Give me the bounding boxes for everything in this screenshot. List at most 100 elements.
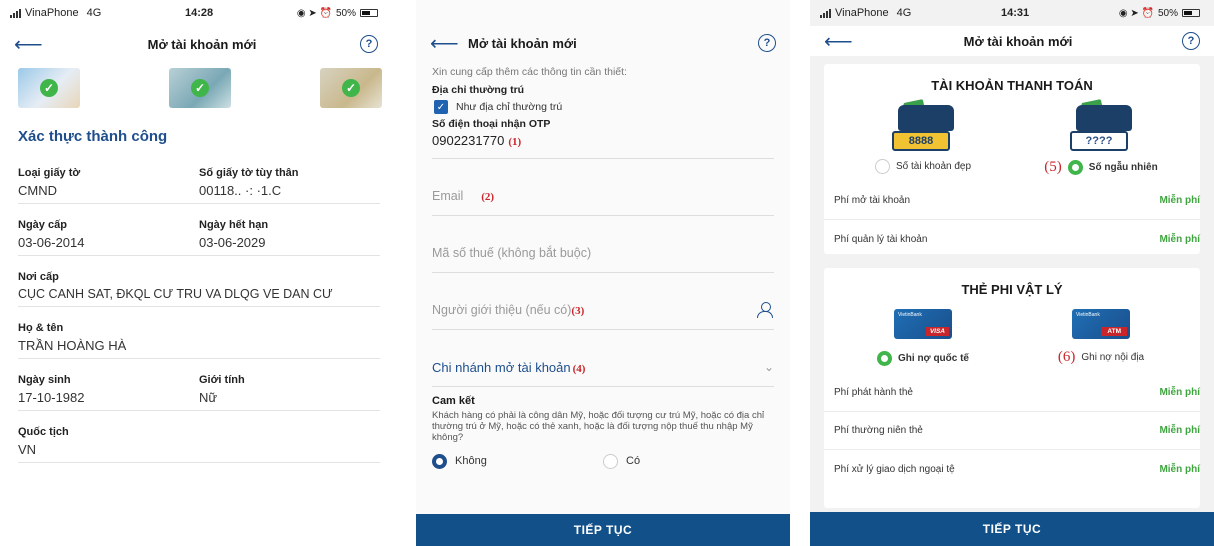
page-title: Mở tài khoản mới: [963, 33, 1073, 49]
back-arrow-icon[interactable]: ⟵: [430, 31, 460, 56]
option-vanity-number[interactable]: 8888 Số tài khoản đẹp: [838, 99, 1008, 176]
radio-yes[interactable]: Có: [603, 453, 774, 469]
phone-field[interactable]: 0902231770 (1): [432, 130, 774, 159]
branch-select[interactable]: Chi nhánh mở tài khoản (4) ⌄: [432, 330, 774, 387]
annotation-2: (2): [481, 191, 495, 203]
radio-unselected-icon[interactable]: [874, 159, 890, 174]
id-front-thumbnail[interactable]: ✓: [18, 68, 80, 108]
bank-brand: VietinBank: [898, 312, 922, 318]
phone-value: 0902231770: [432, 133, 505, 148]
annotation-5: (5): [1044, 159, 1062, 175]
fee-value: Miễn phí: [1159, 233, 1200, 245]
field-value: CMND: [18, 183, 57, 198]
email-field[interactable]: Email (2): [432, 159, 774, 216]
radio-selected-icon[interactable]: [877, 351, 892, 366]
virtual-card-title: THẺ PHI VẬT LÝ: [961, 282, 1063, 297]
same-address-label: Như địa chỉ thường trú: [456, 101, 563, 113]
fee-name: Phí quản lý tài khoản: [834, 233, 928, 245]
field-label: Nơi cấp: [18, 271, 59, 283]
success-heading: Xác thực thành công: [18, 128, 168, 145]
branch-label: Chi nhánh mở tài khoản: [432, 359, 571, 375]
same-address-checkbox[interactable]: ✓ Như địa chỉ thường trú: [434, 100, 774, 114]
help-icon[interactable]: ?: [758, 34, 776, 52]
annotation-3: (3): [571, 305, 585, 317]
radio-yes-label: Có: [626, 455, 641, 468]
field-value: CỤC CANH SAT, ĐKQL CƯ TRU VA DLQG VE DAN…: [18, 287, 333, 301]
referrer-field[interactable]: Người giới thiệu (nếu có)(3): [432, 273, 774, 330]
domestic-debit-label: Ghi nợ nội địa: [1081, 352, 1145, 363]
back-arrow-icon[interactable]: ⟵: [824, 29, 854, 54]
field-row: Họ & tên TRẦN HOÀNG HÀ: [18, 322, 380, 359]
email-placeholder: Email: [432, 189, 464, 203]
network-type: 4G: [86, 7, 102, 19]
wallet-number: ????: [1070, 131, 1128, 151]
fee-row: Phí phát hành thẻ Miễn phí: [824, 374, 1200, 412]
wallet-icon: 8888: [892, 99, 954, 153]
help-icon[interactable]: ?: [360, 35, 378, 53]
field-row: Loại giấy tờ CMND Số giấy tờ tùy thân 0011…: [18, 167, 380, 204]
app-header: ⟵ Mở tài khoản mới ?: [0, 26, 392, 62]
fee-row: Phí mở tài khoản Miễn phí: [824, 182, 1200, 220]
visa-tag: VISA: [925, 327, 949, 336]
field-label: Giới tính: [199, 374, 245, 386]
continue-button[interactable]: TIẾP TỤC: [810, 512, 1214, 546]
checkbox-checked-icon[interactable]: ✓: [434, 100, 448, 114]
tax-code-field[interactable]: Mã số thuế (không bắt buộc): [432, 216, 774, 273]
fee-row: Phí thường niên thẻ Miễn phí: [824, 412, 1200, 450]
identity-fields: Loại giấy tờ CMND Số giấy tờ tùy thân 0011…: [0, 145, 392, 463]
atm-card-icon: VietinBank ATM: [1072, 309, 1130, 339]
check-icon: ✓: [40, 79, 58, 97]
app-header: ⟵ Mở tài khoản mới ?: [810, 26, 1214, 56]
field-label: Ngày sinh: [18, 374, 71, 386]
field-row: Nơi cấp CỤC CANH SAT, ĐKQL CƯ TRU VA DLQG…: [18, 271, 380, 307]
radio-no-label: Không: [455, 455, 487, 468]
check-icon: ✓: [191, 79, 209, 97]
option-domestic-debit[interactable]: VietinBank ATM (6) Ghi nợ nội địa: [1016, 305, 1186, 366]
field-label: Quốc tịch: [18, 426, 69, 438]
commitment-options: Không Có: [432, 453, 774, 469]
option-random-number[interactable]: ???? (5) Số ngẫu nhiên: [1016, 99, 1186, 176]
option-international-debit[interactable]: VietinBank VISA Ghi nợ quốc tế: [838, 305, 1008, 366]
payment-account-card: TÀI KHOẢN THANH TOÁN 8888 Số tài khoản đ…: [824, 64, 1200, 254]
account-number-options: 8888 Số tài khoản đẹp ???? (5) Số ngẫu n…: [824, 93, 1200, 176]
tax-placeholder: Mã số thuế (không bắt buộc): [432, 246, 592, 260]
phone-label: Số điện thoại nhận OTP: [432, 118, 551, 130]
field-value: 00118.. ·: ·1.C: [199, 183, 282, 198]
field-value: VN: [18, 442, 37, 457]
clock: 14:31: [1001, 7, 1030, 19]
field-label: Họ & tên: [18, 322, 64, 334]
chevron-down-icon: ⌄: [763, 360, 774, 374]
battery-icon: [360, 9, 378, 17]
back-arrow-icon[interactable]: ⟵: [14, 32, 44, 57]
international-debit-label: Ghi nợ quốc tế: [898, 353, 969, 364]
field-value: 03-06-2014: [18, 235, 85, 250]
screen-additional-info: ⟵ Mở tài khoản mới ? Xin cung cấp thêm c…: [416, 0, 790, 546]
battery-icon: [1182, 9, 1200, 17]
form: Địa chỉ thường trú ✓ Như địa chỉ thường …: [416, 78, 790, 469]
fee-value: Miễn phí: [1159, 387, 1200, 398]
field-row: Quốc tịch VN: [18, 426, 380, 463]
commitment-title: Cam kết: [432, 395, 475, 407]
location-icon: ◉ ➤ ⏰: [296, 7, 332, 19]
person-search-icon[interactable]: [756, 302, 774, 318]
radio-selected-icon[interactable]: [1067, 160, 1083, 175]
help-icon[interactable]: ?: [1182, 32, 1200, 50]
fee-value: Miễn phí: [1159, 425, 1200, 436]
selfie-thumbnail[interactable]: ✓: [320, 68, 382, 108]
signal-icon: [820, 8, 831, 18]
battery-percent: 50%: [1157, 7, 1178, 19]
id-back-thumbnail[interactable]: ✓: [169, 68, 231, 108]
field-label: Ngày hết hạn: [199, 219, 269, 231]
radio-selected-icon: [432, 453, 447, 469]
radio-no[interactable]: Không: [432, 453, 603, 469]
screen-product-selection: VinaPhone 4G 14:31 ◉ ➤ ⏰ 50% ⟵ Mở tài kh…: [810, 0, 1214, 546]
fee-name: Phí xử lý giao dịch ngoại tệ: [834, 463, 955, 475]
payment-account-title: TÀI KHOẢN THANH TOÁN: [931, 78, 1093, 93]
field-label: Loại giấy tờ: [18, 167, 81, 179]
continue-button[interactable]: TIẾP TỤC: [416, 514, 790, 546]
app-header: ⟵ Mở tài khoản mới ?: [416, 30, 790, 56]
card-type-options: VietinBank VISA Ghi nợ quốc tế VietinBan…: [824, 297, 1200, 366]
atm-tag: ATM: [1101, 327, 1127, 336]
screen-verification: VinaPhone 4G 14:28 ◉ ➤ ⏰ 50% ⟵ Mở tài kh…: [0, 0, 392, 546]
field-label: Số giấy tờ tùy thân: [199, 167, 299, 179]
